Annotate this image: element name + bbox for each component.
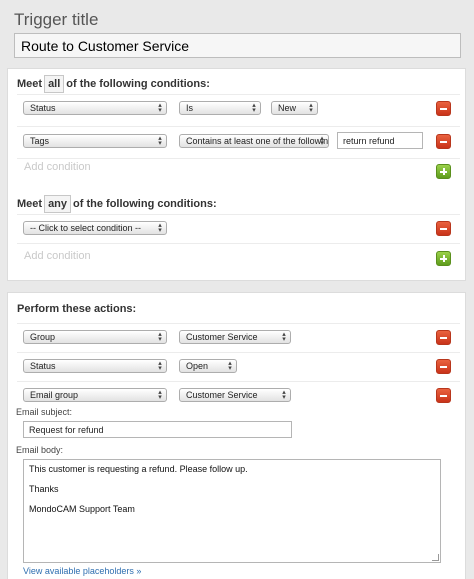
add-condition-button[interactable] xyxy=(436,164,451,179)
action-row: Status ▴ ▾ Open ▴ ▾ xyxy=(17,352,460,381)
condition-field-select[interactable]: -- Click to select condition -- ▴ ▾ xyxy=(23,221,167,235)
action-field-select[interactable]: Status ▴ ▾ xyxy=(23,359,167,373)
select-text: Status xyxy=(30,103,56,113)
heading-prefix: Meet xyxy=(17,78,43,90)
select-arrows-icon: ▴ ▾ xyxy=(158,360,162,372)
action-row: Group ▴ ▾ Customer Service ▴ ▾ xyxy=(17,323,460,351)
condition-field-select[interactable]: Tags ▴ ▾ xyxy=(23,134,167,148)
select-text: Customer Service xyxy=(186,390,258,400)
condition-row: Tags ▴ ▾ Contains at least one of the foll… xyxy=(17,126,460,156)
action-field-select[interactable]: Email group ▴ ▾ xyxy=(23,388,167,402)
email-subject-label: Email subject: xyxy=(16,407,73,417)
heading-prefix: Meet xyxy=(17,198,43,210)
condition-row: -- Click to select condition -- ▴ ▾ xyxy=(17,214,460,242)
select-text: Tags xyxy=(30,136,50,146)
select-arrows-icon: ▴ ▾ xyxy=(158,222,162,234)
condition-row: Status ▴ ▾ Is ▴ ▾ New ▴ ▾ xyxy=(17,94,460,120)
remove-condition-button[interactable] xyxy=(436,134,451,149)
add-condition-label[interactable]: Add condition xyxy=(24,161,91,173)
select-arrows-icon: ▴ ▾ xyxy=(252,102,256,114)
remove-action-button[interactable] xyxy=(436,359,451,374)
action-row: Email group ▴ ▾ Customer Service ▴ ▾ xyxy=(17,381,460,409)
remove-action-button[interactable] xyxy=(436,330,451,345)
condition-operator-select[interactable]: Contains at least one of the following ▴ ▾ xyxy=(179,134,329,148)
select-arrows-icon: ▴ ▾ xyxy=(320,135,324,147)
select-arrows-icon: ▴ ▾ xyxy=(282,331,286,343)
email-body-label: Email body: xyxy=(16,445,64,455)
condition-field-select[interactable]: Status ▴ ▾ xyxy=(23,101,167,115)
view-placeholders-link[interactable]: View available placeholders » xyxy=(23,566,141,576)
resize-handle-icon[interactable] xyxy=(432,554,439,561)
add-condition-label[interactable]: Add condition xyxy=(24,250,91,262)
email-body-line: This customer is requesting a refund. Pl… xyxy=(29,464,248,474)
select-text: New xyxy=(278,103,297,113)
select-text: Contains at least one of the following xyxy=(186,136,329,146)
email-body-textarea[interactable]: This customer is requesting a refund. Pl… xyxy=(23,459,441,563)
select-text: Is xyxy=(186,103,194,113)
any-conditions-heading: Meet any of the following conditions: xyxy=(17,195,217,213)
condition-tags-input[interactable]: return refund xyxy=(337,132,423,149)
select-text: Status xyxy=(30,361,56,371)
remove-action-button[interactable] xyxy=(436,388,451,403)
conditions-panel: Meet all of the following conditions: Stat… xyxy=(7,68,466,281)
select-text: Open xyxy=(186,361,209,371)
add-condition-row: Add condition xyxy=(17,158,460,182)
add-condition-button[interactable] xyxy=(436,251,451,266)
trigger-title-label: Trigger title xyxy=(14,10,99,29)
email-body-line: Thanks xyxy=(29,484,59,494)
heading-suffix: of the following conditions: xyxy=(73,198,217,210)
select-arrows-icon: ▴ ▾ xyxy=(158,102,162,114)
add-condition-row: Add condition xyxy=(17,243,460,273)
select-text: -- Click to select condition -- xyxy=(30,223,142,233)
action-value-select[interactable]: Customer Service ▴ ▾ xyxy=(179,388,291,402)
select-arrows-icon: ▴ ▾ xyxy=(158,331,162,343)
all-conditions-heading: Meet all of the following conditions: xyxy=(17,75,210,93)
action-value-select[interactable]: Customer Service ▴ ▾ xyxy=(179,330,291,344)
action-field-select[interactable]: Group ▴ ▾ xyxy=(23,330,167,344)
email-subject-input[interactable]: Request for refund xyxy=(23,421,292,438)
remove-condition-button[interactable] xyxy=(436,221,451,236)
remove-condition-button[interactable] xyxy=(436,101,451,116)
select-text: Email group xyxy=(30,390,79,400)
heading-suffix: of the following conditions: xyxy=(66,78,210,90)
select-arrows-icon: ▴ ▾ xyxy=(282,389,286,401)
action-value-select[interactable]: Open ▴ ▾ xyxy=(179,359,237,373)
actions-heading: Perform these actions: xyxy=(17,303,137,315)
select-text: Group xyxy=(30,332,56,342)
any-qualifier-select[interactable]: any xyxy=(44,195,72,213)
select-arrows-icon: ▴ ▾ xyxy=(158,135,162,147)
select-arrows-icon: ▴ ▾ xyxy=(158,389,162,401)
select-arrows-icon: ▴ ▾ xyxy=(309,102,313,114)
condition-value-select[interactable]: New ▴ ▾ xyxy=(271,101,318,115)
condition-operator-select[interactable]: Is ▴ ▾ xyxy=(179,101,261,115)
all-qualifier-select[interactable]: all xyxy=(44,75,65,93)
email-body-line: MondoCAM Support Team xyxy=(29,504,135,514)
trigger-title-input[interactable]: Route to Customer Service xyxy=(14,33,461,58)
select-text: Customer Service xyxy=(186,332,258,342)
select-arrows-icon: ▴ ▾ xyxy=(228,360,232,372)
